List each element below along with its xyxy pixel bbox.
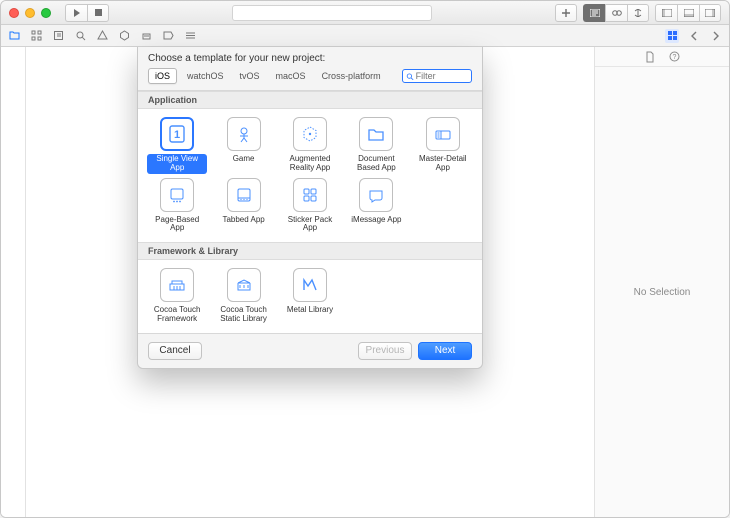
main-content: Choose a template for your new project: … xyxy=(1,47,729,517)
platform-tab-tvos[interactable]: tvOS xyxy=(234,69,266,83)
framework-icon xyxy=(160,268,194,302)
template-sticker-pack-app[interactable]: Sticker Pack App xyxy=(277,178,343,235)
debug-navigator-icon[interactable] xyxy=(139,29,153,43)
master-detail-icon xyxy=(426,117,460,151)
template-tabbed-app[interactable]: Tabbed App xyxy=(210,178,276,235)
template-single-view-app[interactable]: 1 Single View App xyxy=(144,117,210,174)
source-control-navigator-icon[interactable] xyxy=(29,29,43,43)
editor-area: Choose a template for your new project: … xyxy=(26,47,594,517)
svg-text:1: 1 xyxy=(174,129,180,141)
traffic-lights xyxy=(9,8,51,18)
editor-mode-group xyxy=(583,4,649,22)
platform-tab-ios[interactable]: iOS xyxy=(148,68,177,84)
template-cocoa-touch-framework[interactable]: Cocoa Touch Framework xyxy=(144,268,210,325)
template-ar-app[interactable]: Augmented Reality App xyxy=(277,117,343,174)
static-lib-icon xyxy=(227,268,261,302)
category-header-application: Application xyxy=(138,91,482,109)
test-navigator-icon[interactable] xyxy=(117,29,131,43)
inspector-empty-label: No Selection xyxy=(634,67,691,517)
template-label: Cocoa Touch Framework xyxy=(147,305,207,325)
platform-tab-macos[interactable]: macOS xyxy=(270,69,312,83)
template-label: Page-Based App xyxy=(147,215,207,235)
page-based-icon xyxy=(160,178,194,212)
version-editor-button[interactable] xyxy=(627,4,649,22)
toggle-navigator-button[interactable] xyxy=(655,4,677,22)
imessage-icon xyxy=(359,178,393,212)
titlebar xyxy=(1,1,729,25)
template-imessage-app[interactable]: iMessage App xyxy=(343,178,409,235)
template-label: Sticker Pack App xyxy=(280,215,340,235)
category-header-framework: Framework & Library xyxy=(138,242,482,260)
jump-bar-grid-icon[interactable] xyxy=(665,29,679,43)
filter-input[interactable] xyxy=(416,71,468,81)
project-navigator-icon[interactable] xyxy=(7,29,21,43)
template-label: Augmented Reality App xyxy=(280,154,340,174)
template-label: Game xyxy=(230,154,258,172)
filter-icon xyxy=(406,72,414,81)
activity-viewer xyxy=(115,5,549,21)
sticker-icon xyxy=(293,178,327,212)
template-label: Single View App xyxy=(147,154,207,174)
navigator-tabstrip xyxy=(1,25,729,47)
issue-navigator-icon[interactable] xyxy=(95,29,109,43)
document-icon xyxy=(359,117,393,151)
xcode-window: Choose a template for your new project: … xyxy=(0,0,730,518)
tabbed-icon xyxy=(227,178,261,212)
template-grid-application: 1 Single View App Game xyxy=(138,109,482,242)
template-label: iMessage App xyxy=(348,215,404,233)
breakpoint-navigator-icon[interactable] xyxy=(161,29,175,43)
platform-tab-watchos[interactable]: watchOS xyxy=(181,69,230,83)
toggle-debug-button[interactable] xyxy=(677,4,699,22)
find-navigator-icon[interactable] xyxy=(73,29,87,43)
inspector-panel: ? No Selection xyxy=(594,47,729,517)
panel-toggle-group xyxy=(655,4,721,22)
sheet-footer: Cancel Previous Next xyxy=(138,333,482,368)
library-button[interactable] xyxy=(555,4,577,22)
ar-icon xyxy=(293,117,327,151)
jump-bar-forward-icon[interactable] xyxy=(709,29,723,43)
template-label: Document Based App xyxy=(346,154,406,174)
new-project-sheet: Choose a template for your new project: … xyxy=(137,47,483,369)
toggle-inspector-button[interactable] xyxy=(699,4,721,22)
sheet-title: Choose a template for your new project: xyxy=(138,47,482,68)
game-icon xyxy=(227,117,261,151)
inspector-tabs: ? xyxy=(595,47,729,67)
run-button[interactable] xyxy=(65,4,87,22)
platform-tabs: iOS watchOS tvOS macOS Cross-platform xyxy=(138,68,482,91)
toolbar-right xyxy=(555,4,721,22)
template-page-based-app[interactable]: Page-Based App xyxy=(144,178,210,235)
template-label: Tabbed App xyxy=(219,215,267,233)
template-master-detail-app[interactable]: Master-Detail App xyxy=(410,117,476,174)
filter-field[interactable] xyxy=(402,69,472,83)
template-metal-library[interactable]: Metal Library xyxy=(277,268,343,325)
platform-tab-crossplatform[interactable]: Cross-platform xyxy=(316,69,387,83)
navigator-panel xyxy=(1,47,26,517)
template-document-app[interactable]: Document Based App xyxy=(343,117,409,174)
previous-button[interactable]: Previous xyxy=(358,342,412,360)
close-window-button[interactable] xyxy=(9,8,19,18)
svg-text:?: ? xyxy=(672,54,676,61)
activity-bar xyxy=(232,5,432,21)
single-view-icon: 1 xyxy=(160,117,194,151)
metal-icon xyxy=(293,268,327,302)
template-label: Metal Library xyxy=(284,305,336,323)
assistant-editor-button[interactable] xyxy=(605,4,627,22)
minimize-window-button[interactable] xyxy=(25,8,35,18)
standard-editor-button[interactable] xyxy=(583,4,605,22)
cancel-button[interactable]: Cancel xyxy=(148,342,202,360)
stop-button[interactable] xyxy=(87,4,109,22)
report-navigator-icon[interactable] xyxy=(183,29,197,43)
zoom-window-button[interactable] xyxy=(41,8,51,18)
template-grid-framework: Cocoa Touch Framework Cocoa Touch Static… xyxy=(138,260,482,333)
next-button[interactable]: Next xyxy=(418,342,472,360)
run-stop-group xyxy=(65,4,109,22)
jump-bar-back-icon[interactable] xyxy=(687,29,701,43)
symbol-navigator-icon[interactable] xyxy=(51,29,65,43)
template-label: Cocoa Touch Static Library xyxy=(214,305,274,325)
template-cocoa-touch-static-library[interactable]: Cocoa Touch Static Library xyxy=(210,268,276,325)
template-game[interactable]: Game xyxy=(210,117,276,174)
file-inspector-icon[interactable] xyxy=(643,50,657,64)
help-inspector-icon[interactable]: ? xyxy=(667,50,681,64)
template-label: Master-Detail App xyxy=(413,154,473,174)
